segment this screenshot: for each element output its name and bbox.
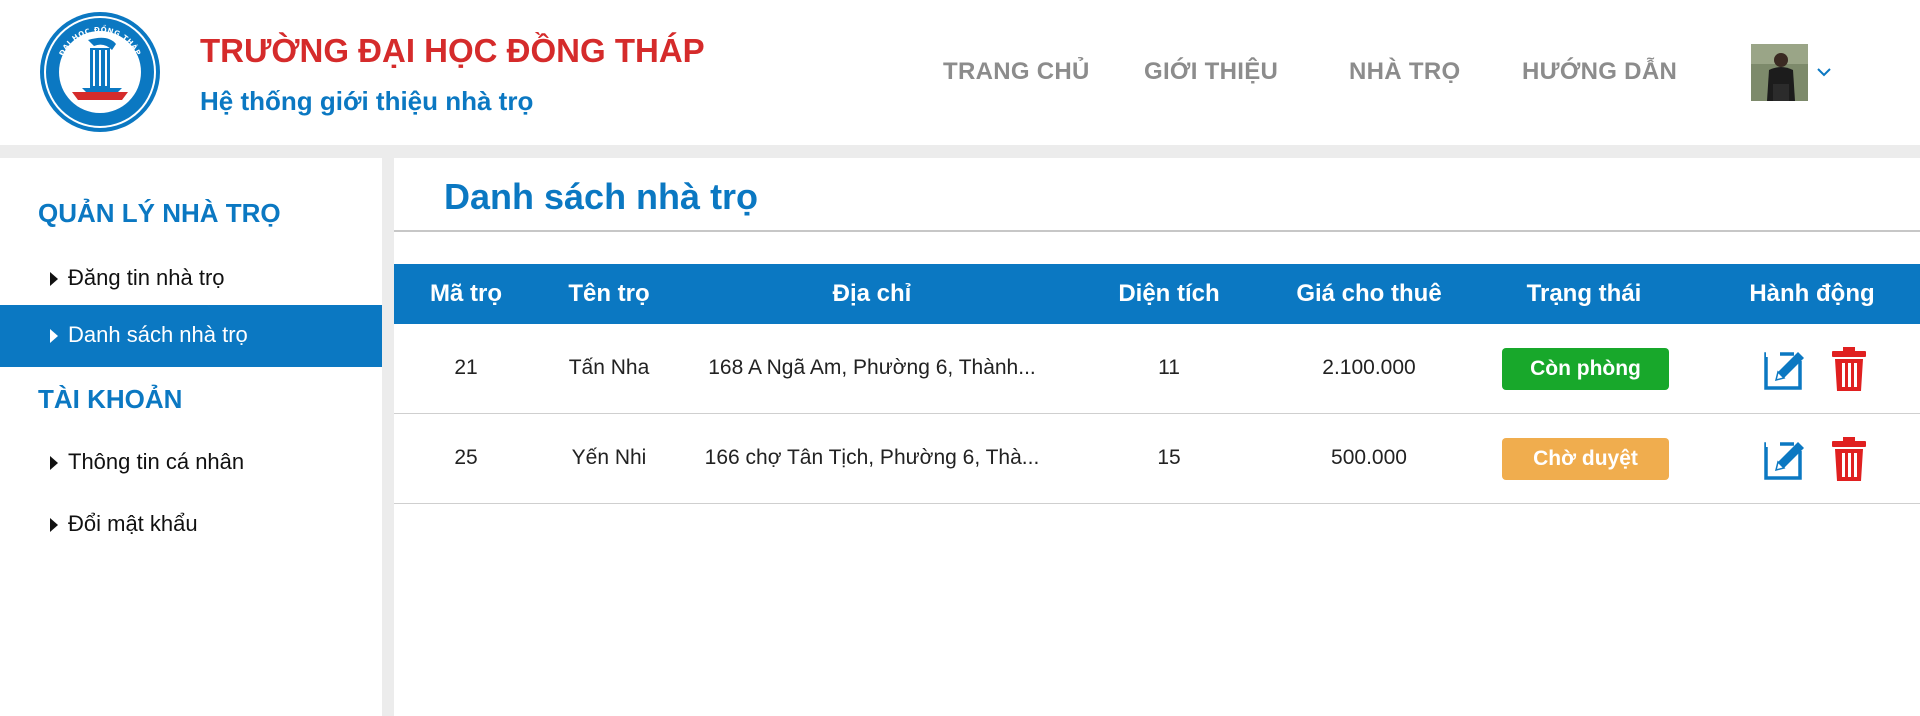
edit-icon[interactable] [1762, 346, 1808, 392]
cell-id: 25 [454, 446, 478, 469]
university-logo[interactable]: ĐẠI HỌC ĐỒNG THÁP DONG THAP UNIVERSITY [38, 10, 162, 134]
edit-icon[interactable] [1762, 436, 1808, 482]
trash-icon[interactable] [1826, 436, 1872, 482]
sidebar-heading-rentals: QUẢN LÝ NHÀ TRỌ [38, 198, 281, 228]
column-header-id: Mã trọ [430, 280, 502, 307]
site-subtitle: Hệ thống giới thiệu nhà trọ [200, 86, 534, 116]
nav-rentals[interactable]: NHÀ TRỌ [1349, 58, 1460, 86]
status-badge: Còn phòng [1502, 348, 1669, 390]
cell-price: 500.000 [1331, 446, 1407, 469]
cell-name: Yến Nhi [571, 446, 647, 469]
main-content: Danh sách nhà trọ Mã trọ Tên trọ Địa chỉ… [394, 158, 1920, 716]
cell-address: 168 A Ngã Am, Phường 6, Thành... [708, 356, 1036, 379]
cell-price: 2.100.000 [1322, 356, 1416, 379]
cell-address: 166 chợ Tân Tịch, Phường 6, Thà... [704, 446, 1040, 469]
caret-right-icon [50, 272, 58, 286]
sidebar-item-post-rental[interactable]: Đăng tin nhà trọ [0, 248, 382, 310]
table-row: 25 Yến Nhi 166 chợ Tân Tịch, Phường 6, T… [394, 414, 1920, 504]
status-badge: Chờ duyệt [1502, 438, 1669, 480]
divider [394, 230, 1920, 232]
column-header-name: Tên trọ [568, 280, 650, 307]
sidebar-item-rental-list[interactable]: Danh sách nhà trọ [0, 305, 382, 367]
column-header-actions: Hành động [1749, 280, 1875, 307]
caret-right-icon [50, 518, 58, 532]
column-header-price: Giá cho thuê [1296, 280, 1442, 307]
cell-area: 11 [1158, 356, 1180, 379]
caret-right-icon [50, 456, 58, 470]
cell-name: Tấn Nha [568, 356, 650, 379]
table-row: 21 Tấn Nha 168 A Ngã Am, Phường 6, Thành… [394, 324, 1920, 414]
site-header: ĐẠI HỌC ĐỒNG THÁP DONG THAP UNIVERSITY T… [0, 0, 1920, 145]
cell-area: 15 [1157, 446, 1181, 469]
page-title: Danh sách nhà trọ [444, 176, 759, 217]
sidebar-item-label: Danh sách nhà trọ [68, 322, 248, 347]
table-header: Mã trọ Tên trọ Địa chỉ Diện tích Giá cho… [394, 264, 1920, 324]
user-avatar[interactable] [1751, 44, 1808, 101]
sidebar-heading-account: TÀI KHOẢN [38, 384, 183, 414]
column-header-status: Trạng thái [1526, 280, 1642, 307]
trash-icon[interactable] [1826, 346, 1872, 392]
nav-guide[interactable]: HƯỚNG DẪN [1522, 58, 1677, 86]
column-header-area: Diện tích [1118, 280, 1220, 307]
sidebar-item-change-password[interactable]: Đổi mật khẩu [0, 494, 382, 556]
caret-right-icon [50, 329, 58, 343]
sidebar: QUẢN LÝ NHÀ TRỌ Đăng tin nhà trọ Danh sá… [0, 158, 382, 716]
site-title: TRƯỜNG ĐẠI HỌC ĐỒNG THÁP [200, 32, 705, 69]
column-header-address: Địa chỉ [832, 280, 912, 307]
chevron-down-icon[interactable] [1814, 62, 1834, 82]
sidebar-item-profile[interactable]: Thông tin cá nhân [0, 432, 382, 494]
nav-home[interactable]: TRANG CHỦ [943, 58, 1090, 86]
nav-about[interactable]: GIỚI THIỆU [1144, 58, 1278, 86]
sidebar-item-label: Thông tin cá nhân [68, 449, 245, 474]
cell-id: 21 [454, 356, 478, 379]
sidebar-item-label: Đổi mật khẩu [68, 511, 198, 536]
sidebar-item-label: Đăng tin nhà trọ [68, 265, 225, 290]
